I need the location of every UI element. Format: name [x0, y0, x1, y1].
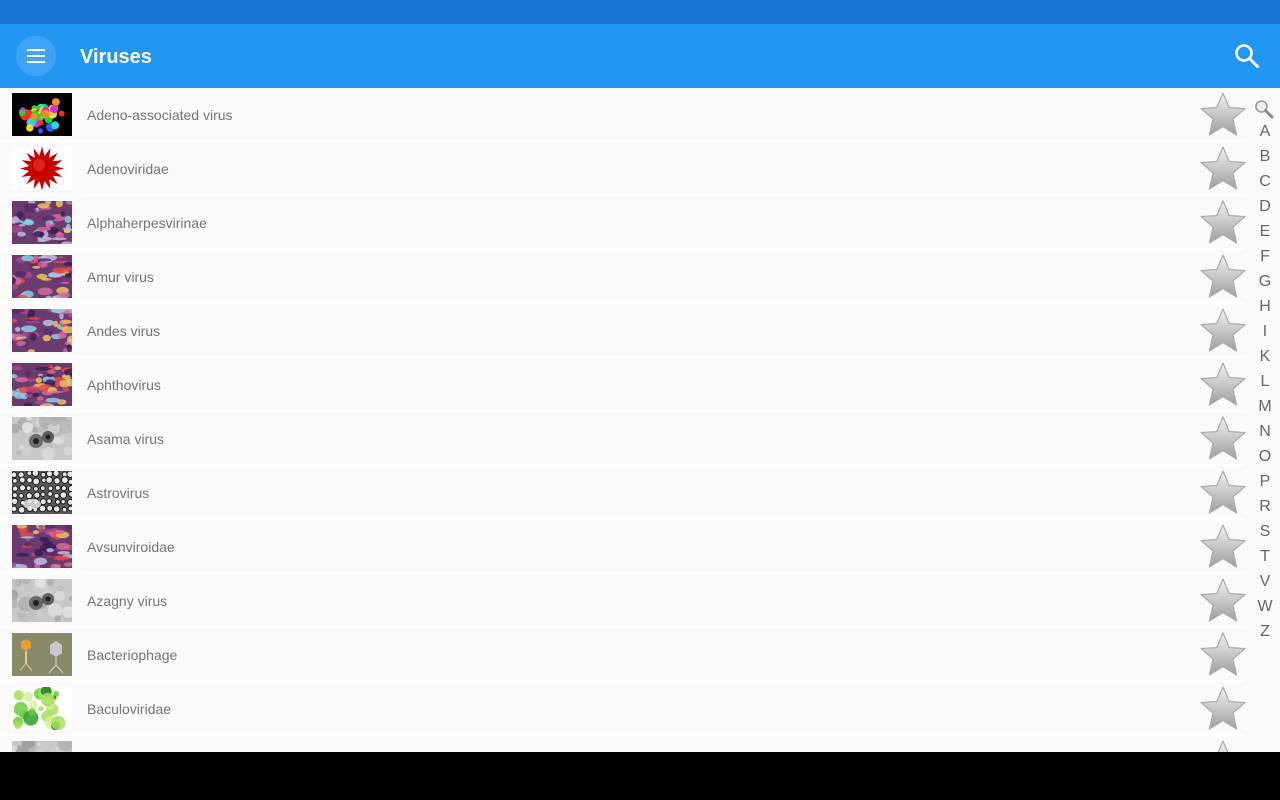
menu-button[interactable] [16, 36, 56, 76]
virus-thumbnail [12, 417, 72, 460]
list-item[interactable]: Andes virus [0, 304, 1246, 358]
list-item-label: Astrovirus [87, 485, 150, 501]
index-letter-d[interactable]: D [1250, 197, 1280, 217]
favorite-star-icon[interactable] [1199, 91, 1247, 139]
app-bar: Viruses [0, 24, 1280, 88]
virus-thumbnail [12, 471, 72, 514]
favorite-star-icon[interactable] [1199, 739, 1247, 752]
list-item-label: Aphthovirus [87, 377, 161, 393]
list-item-label: Bacteriophage [87, 647, 178, 663]
virus-thumbnail [12, 309, 72, 352]
index-letter-h[interactable]: H [1250, 297, 1280, 317]
list-item-label: Asama virus [87, 431, 165, 447]
favorite-star-icon[interactable] [1199, 577, 1247, 625]
page-title: Viruses [80, 46, 152, 68]
list-item-label: Alphaherpesvirinae [87, 215, 207, 231]
virus-thumbnail [12, 633, 72, 676]
index-letter-e[interactable]: E [1250, 222, 1280, 242]
list-item[interactable]: Baculoviridae [0, 682, 1246, 736]
favorite-star-icon[interactable] [1199, 685, 1247, 733]
list-item-label: Avsunviroidae [87, 539, 175, 555]
index-letter-t[interactable]: T [1250, 547, 1280, 567]
virus-thumbnail [12, 147, 72, 190]
favorite-star-icon[interactable] [1199, 145, 1247, 193]
favorite-star-icon[interactable] [1199, 199, 1247, 247]
virus-thumbnail [12, 93, 72, 136]
list-item[interactable]: Astrovirus [0, 466, 1246, 520]
list-item[interactable]: Aphthovirus [0, 358, 1246, 412]
magnifier-icon [1255, 100, 1274, 119]
virus-thumbnail [12, 525, 72, 568]
list-item-label: Azagny virus [87, 593, 168, 609]
index-search-button[interactable] [1254, 99, 1274, 119]
index-letter-k[interactable]: K [1250, 347, 1280, 367]
index-letter-g[interactable]: G [1250, 272, 1280, 292]
favorite-star-icon[interactable] [1199, 469, 1247, 517]
index-letter-n[interactable]: N [1250, 422, 1280, 442]
favorite-star-icon[interactable] [1199, 307, 1247, 355]
index-letter-f[interactable]: F [1250, 247, 1280, 267]
list-item[interactable]: Amur virus [0, 250, 1246, 304]
virus-thumbnail [12, 363, 72, 406]
favorite-star-icon[interactable] [1199, 523, 1247, 571]
list-item-label: Andes virus [87, 323, 161, 339]
list-item[interactable] [0, 736, 1246, 752]
index-letter-v[interactable]: V [1250, 572, 1280, 592]
virus-thumbnail [12, 687, 72, 730]
list-item[interactable]: Asama virus [0, 412, 1246, 466]
list-item[interactable]: Bacteriophage [0, 628, 1246, 682]
virus-thumbnail [12, 255, 72, 298]
index-letter-c[interactable]: C [1250, 172, 1280, 192]
virus-thumbnail [12, 201, 72, 244]
index-letter-z[interactable]: Z [1250, 622, 1280, 642]
navigation-bar [0, 752, 1280, 800]
index-letter-l[interactable]: L [1250, 372, 1280, 392]
index-letter-b[interactable]: B [1250, 147, 1280, 167]
list-item-label: Amur virus [87, 269, 154, 285]
index-letter-a[interactable]: A [1250, 122, 1280, 142]
favorite-star-icon[interactable] [1199, 361, 1247, 409]
list-item-label: Adenoviridae [87, 161, 169, 177]
favorite-star-icon[interactable] [1199, 253, 1247, 301]
list-item[interactable]: Adeno-associated virus [0, 88, 1246, 142]
list-item[interactable]: Adenoviridae [0, 142, 1246, 196]
virus-list-view[interactable]: Adeno-associated virus Adenoviridae Alph… [0, 88, 1280, 752]
index-letter-i[interactable]: I [1250, 322, 1280, 342]
status-bar [0, 0, 1280, 24]
menu-icon [27, 49, 45, 63]
favorite-star-icon[interactable] [1199, 631, 1247, 679]
list-item[interactable]: Alphaherpesvirinae [0, 196, 1246, 250]
list-item[interactable]: Azagny virus [0, 574, 1246, 628]
virus-list: Adeno-associated virus Adenoviridae Alph… [0, 88, 1246, 752]
virus-thumbnail [12, 741, 72, 752]
list-item-label: Baculoviridae [87, 701, 172, 717]
index-letter-o[interactable]: O [1250, 447, 1280, 467]
list-item-label: Adeno-associated virus [87, 107, 233, 123]
index-letter-m[interactable]: M [1250, 397, 1280, 417]
index-letter-r[interactable]: R [1250, 497, 1280, 517]
index-letter-p[interactable]: P [1250, 472, 1280, 492]
virus-thumbnail [12, 579, 72, 622]
index-letter-w[interactable]: W [1250, 597, 1280, 617]
search-icon [1235, 44, 1259, 68]
list-item[interactable]: Avsunviroidae [0, 520, 1246, 574]
search-button[interactable] [1222, 31, 1272, 81]
favorite-star-icon[interactable] [1199, 415, 1247, 463]
index-letter-s[interactable]: S [1250, 522, 1280, 542]
